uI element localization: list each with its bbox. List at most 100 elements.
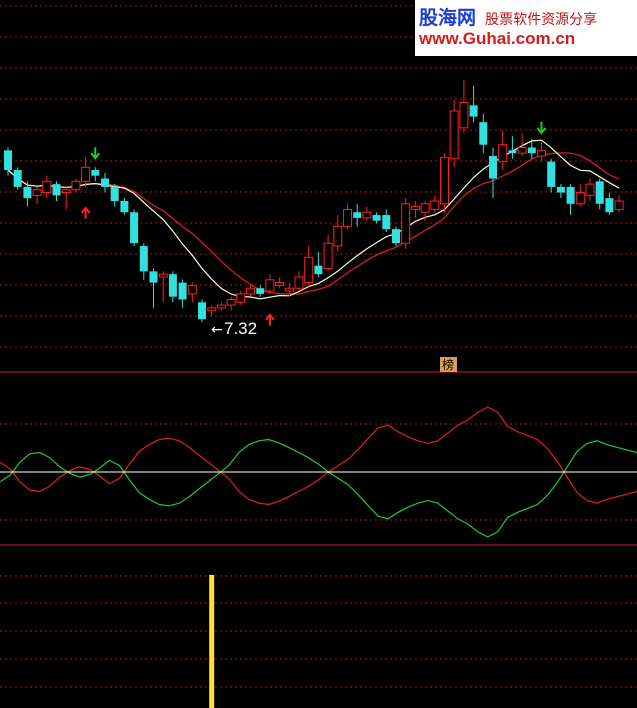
candlestick-series (4, 80, 624, 322)
candle-body (314, 265, 323, 275)
candle (139, 243, 148, 280)
candle-body (91, 170, 100, 176)
volume-bar (209, 575, 215, 708)
candle-body (52, 184, 61, 196)
ma-short-line (7, 139, 620, 300)
candle-body (420, 203, 430, 213)
candle (459, 80, 469, 134)
candle (392, 226, 400, 247)
candle-body (566, 186, 575, 204)
oscillator-marker-text: 榜 (442, 357, 454, 372)
candle (4, 147, 12, 176)
candle (566, 184, 575, 216)
candle (246, 285, 255, 297)
candle (71, 178, 81, 193)
candle (158, 271, 168, 303)
candle-body (32, 189, 42, 196)
candle-body (323, 242, 333, 270)
candle (256, 285, 265, 297)
candle-body (294, 276, 304, 289)
signal-up-arrow (265, 313, 275, 326)
watermark: 股海网 股票软件资源分享 www.Guhai.com.cn (415, 0, 637, 56)
candle-body (575, 192, 585, 205)
candle-body (304, 256, 314, 284)
candle-body (158, 273, 168, 278)
candle-body (236, 293, 246, 303)
candle-body (187, 284, 197, 295)
candle (304, 246, 314, 289)
candle (479, 113, 488, 154)
candle-body (392, 229, 400, 244)
candle (430, 195, 440, 213)
candle (275, 276, 285, 289)
candle-body (401, 203, 411, 244)
candle-body (382, 215, 391, 230)
candle-body (198, 302, 206, 320)
candle (489, 147, 497, 199)
candle (226, 296, 236, 311)
candle (91, 167, 100, 182)
candle (372, 212, 381, 224)
candle-body (353, 212, 362, 218)
candle (130, 209, 139, 247)
candle (410, 201, 420, 218)
candle (207, 305, 217, 317)
watermark-url: www.Guhai.com.cn (419, 29, 576, 48)
signal-arrows (80, 121, 547, 326)
oscillator-line (0, 438, 637, 538)
candle (362, 206, 372, 221)
stock-chart[interactable]: 7.32 ← 榜 (0, 0, 637, 708)
candle (52, 181, 61, 201)
candle-body (207, 307, 217, 312)
candle (508, 136, 517, 159)
candle-body (81, 166, 91, 182)
candle (575, 184, 585, 207)
candle (149, 268, 158, 308)
candle (605, 192, 614, 216)
candle-body (265, 279, 275, 292)
candle (32, 186, 42, 204)
moving-average-lines (7, 139, 620, 300)
candle-body (537, 149, 546, 157)
candle-body (61, 189, 71, 194)
candle-body (440, 156, 449, 205)
candle (440, 153, 449, 213)
candle (498, 130, 508, 171)
candle (401, 198, 411, 249)
candle-body (149, 271, 158, 283)
candle-body (595, 181, 604, 204)
candle (420, 201, 430, 221)
candle (333, 215, 343, 252)
low-price-label: 7.32 (224, 319, 257, 338)
candle-body (508, 150, 517, 154)
candle (265, 274, 275, 294)
candle-body (489, 155, 497, 179)
candle-body (585, 183, 595, 196)
candle (547, 158, 556, 193)
ma-long-line (7, 152, 620, 295)
candle (216, 302, 226, 311)
candle-body (139, 246, 148, 272)
volume-bars (209, 575, 215, 708)
candle-body (430, 200, 440, 210)
candle (13, 167, 22, 190)
candle-body (13, 170, 22, 187)
candle (537, 141, 546, 162)
candle-body (130, 212, 139, 244)
candle (236, 291, 246, 306)
candle-body (71, 180, 81, 191)
candle (120, 198, 129, 216)
candle-body (479, 122, 488, 145)
oscillator-marker: 榜 (440, 357, 457, 372)
watermark-brand: 股海网 (419, 7, 477, 29)
candle-body (410, 206, 420, 210)
candle-body (343, 208, 352, 227)
candle (168, 271, 177, 303)
candle-body (23, 186, 32, 199)
signal-down-arrow (536, 121, 547, 135)
candle-body (256, 288, 265, 294)
candle-body (42, 180, 52, 194)
candle (198, 299, 206, 322)
candle-body (547, 161, 556, 187)
candle (187, 282, 197, 303)
